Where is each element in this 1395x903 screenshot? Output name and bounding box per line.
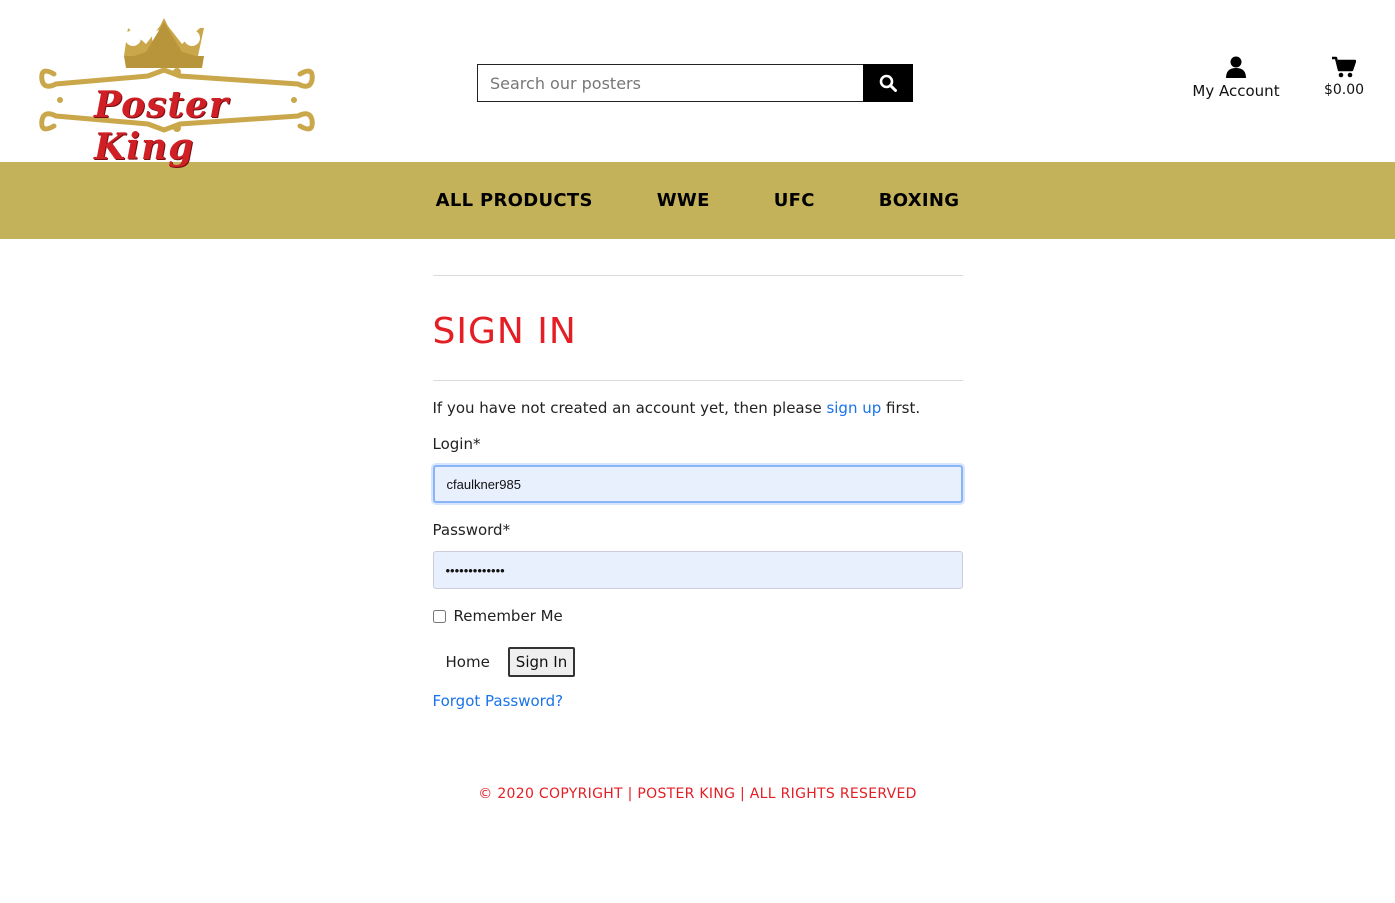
password-field[interactable] xyxy=(432,551,963,589)
divider xyxy=(432,380,963,381)
nav-item-boxing[interactable]: BOXING xyxy=(879,190,960,211)
search-button[interactable] xyxy=(863,64,913,102)
site-header: Poster King My Account $0.00 xyxy=(0,0,1395,168)
signup-prompt-after: first. xyxy=(881,399,921,417)
sign-in-button[interactable]: Sign In xyxy=(507,647,576,677)
page-title: SIGN IN xyxy=(432,311,577,352)
nav-item-all-products[interactable]: ALL PRODUCTS xyxy=(436,190,593,211)
password-label: Password* xyxy=(432,521,511,539)
main-nav: ALL PRODUCTS WWE UFC BOXING xyxy=(0,162,1395,239)
remember-me[interactable]: Remember Me xyxy=(432,607,963,625)
poster-king-logo[interactable]: Poster King xyxy=(36,14,318,168)
my-account-link[interactable]: My Account xyxy=(1186,56,1286,100)
forgot-password-link[interactable]: Forgot Password? xyxy=(433,692,564,710)
remember-me-checkbox[interactable] xyxy=(432,609,446,623)
my-account-label: My Account xyxy=(1192,82,1280,100)
copyright-text: © 2020 COPYRIGHT | POSTER KING | ALL RIG… xyxy=(478,786,917,802)
shopping-cart-link[interactable]: $0.00 xyxy=(1316,56,1372,98)
divider xyxy=(432,275,963,276)
nav-item-ufc[interactable]: UFC xyxy=(774,190,815,211)
cart-total: $0.00 xyxy=(1323,82,1365,98)
search-icon xyxy=(879,74,897,92)
login-field[interactable] xyxy=(432,465,963,503)
form-actions: Home Sign In xyxy=(433,647,963,677)
remember-me-label: Remember Me xyxy=(453,607,563,625)
nav-item-wwe[interactable]: WWE xyxy=(657,190,710,211)
signup-prompt: If you have not created an account yet, … xyxy=(433,399,963,417)
signup-link[interactable]: sign up xyxy=(826,399,881,417)
search-input[interactable] xyxy=(477,64,863,102)
search-form xyxy=(477,64,913,102)
login-label: Login* xyxy=(432,435,481,453)
site-footer: © 2020 COPYRIGHT | POSTER KING | ALL RIG… xyxy=(0,786,1395,802)
home-button[interactable]: Home xyxy=(433,653,503,671)
user-icon xyxy=(1226,56,1246,78)
signup-prompt-before: If you have not created an account yet, … xyxy=(432,399,827,417)
cart-icon xyxy=(1332,56,1356,78)
logo-wordmark: Poster King xyxy=(94,84,229,168)
signin-section: SIGN IN If you have not created an accou… xyxy=(432,275,963,710)
